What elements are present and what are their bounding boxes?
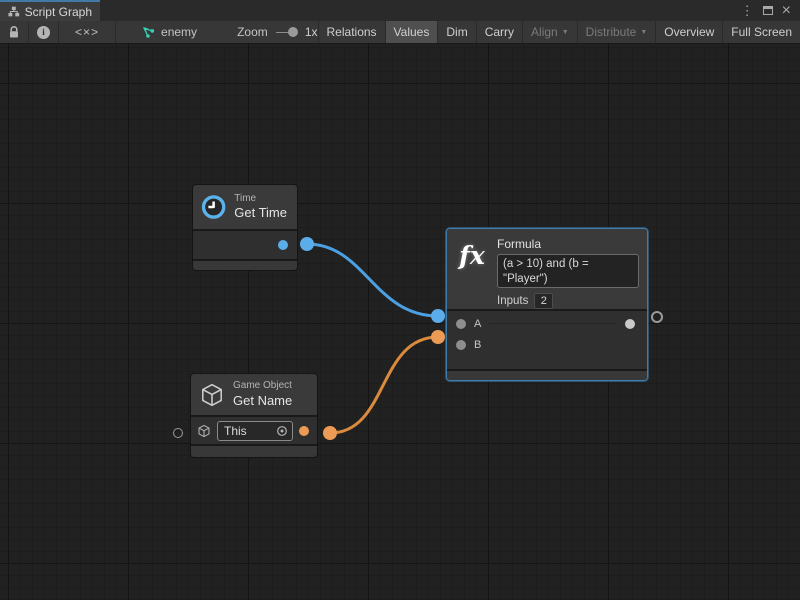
value-relation-line [489,323,617,324]
node-category: Time [234,193,287,206]
formula-output-port[interactable] [625,319,635,329]
inputs-label: Inputs [497,295,528,307]
chevron-down-icon: ▼ [562,29,569,36]
cube-icon [199,382,225,408]
graph-breadcrumb[interactable]: enemy [142,21,197,43]
object-picker-icon[interactable] [276,425,288,437]
toolbar-buttons: Relations Values Dim Carry Align▼ Distri… [318,21,800,43]
overview-button[interactable]: Overview [656,21,722,43]
node-title: Get Time [234,205,287,221]
menu-icon[interactable]: ⋮ [741,4,754,17]
wire-endpoint-formula-b[interactable] [431,330,445,344]
chevron-down-icon: ▼ [640,29,647,36]
close-icon[interactable]: × [782,3,791,19]
formula-input-port-a[interactable] [456,319,466,329]
time-output-port[interactable] [278,240,288,250]
node-get-name-header: Game Object Get Name [191,374,317,415]
node-get-time-footer [193,261,297,270]
cube-icon-small [197,424,211,438]
graph-name: enemy [161,25,197,39]
zoom-value: 1x [305,25,318,39]
wire-endpoint-time-output[interactable] [300,237,314,251]
fullscreen-button[interactable]: Full Screen [723,21,800,43]
window-controls: ⋮ × [732,0,800,21]
script-graph-window: Script Graph ⋮ × i <×> [0,0,800,600]
tab-bar: Script Graph ⋮ × [0,0,800,21]
formula-input-port-b[interactable] [456,340,466,350]
node-get-time[interactable]: Time Get Time [192,184,298,271]
zoom-label: Zoom [237,25,268,39]
wire-endpoint-getname-output[interactable] [323,426,337,440]
clock-icon [201,192,226,222]
formula-expression-input[interactable]: (a > 10) and (b = "Player") [497,254,639,288]
wire-time-to-formula-a[interactable] [307,244,438,316]
graph-toolbar: i <×> enemy Zoom 1x Relations Values [0,21,800,44]
port-row-a: A [447,313,647,334]
align-button[interactable]: Align▼ [523,21,577,43]
lock-button[interactable] [0,21,28,43]
dim-button[interactable]: Dim [438,21,475,43]
distribute-button[interactable]: Distribute▼ [578,21,656,43]
node-formula-body: A B [447,311,647,369]
graph-hierarchy-icon [8,6,20,17]
node-formula-header: fx Formula (a > 10) and (b = "Player") I… [447,229,647,309]
info-button[interactable]: i [29,21,58,43]
carry-button[interactable]: Carry [477,21,522,43]
script-graph-asset-icon [142,26,156,38]
inputs-count-stepper[interactable]: 2 [534,293,553,309]
formula-output-unconnected-ring[interactable] [651,311,663,323]
toolbar-separator [115,21,116,43]
formula-fx-icon: fx [455,241,489,270]
port-label-a: A [474,318,481,330]
values-button[interactable]: Values [386,21,438,43]
info-icon: i [37,26,50,39]
tab-script-graph[interactable]: Script Graph [0,0,100,21]
getname-target-unconnected-ring[interactable] [173,428,183,438]
node-get-name-body: This [191,417,317,444]
zoom-slider-knob[interactable] [288,27,298,37]
tab-title: Script Graph [25,5,92,19]
maximize-icon[interactable] [763,6,773,15]
node-title: Formula [497,237,639,251]
getname-output-port[interactable] [299,426,309,436]
target-object-field[interactable]: This [217,421,293,441]
port-label-b: B [474,339,481,351]
target-object-value: This [224,424,272,438]
node-get-time-header: Time Get Time [193,185,297,229]
code-icon: <×> [75,25,99,39]
zoom-slider[interactable] [276,21,296,43]
wire-getname-to-formula-b[interactable] [330,337,438,433]
relations-button[interactable]: Relations [319,21,385,43]
code-view-button[interactable]: <×> [59,21,115,43]
node-title: Get Name [233,393,292,409]
lock-icon [8,26,20,39]
node-get-name-footer [191,446,317,457]
port-row-b: B [447,334,647,355]
wire-endpoint-formula-a[interactable] [431,309,445,323]
node-category: Game Object [233,380,292,393]
node-get-name[interactable]: Game Object Get Name This [190,373,318,458]
node-formula-footer [447,371,647,380]
connection-wires [0,44,800,600]
node-get-time-body [193,231,297,259]
tabbar-spacer [100,0,732,21]
graph-canvas[interactable]: Time Get Time fx Formula (a > 10) and (b… [0,44,800,600]
node-formula[interactable]: fx Formula (a > 10) and (b = "Player") I… [446,228,648,381]
